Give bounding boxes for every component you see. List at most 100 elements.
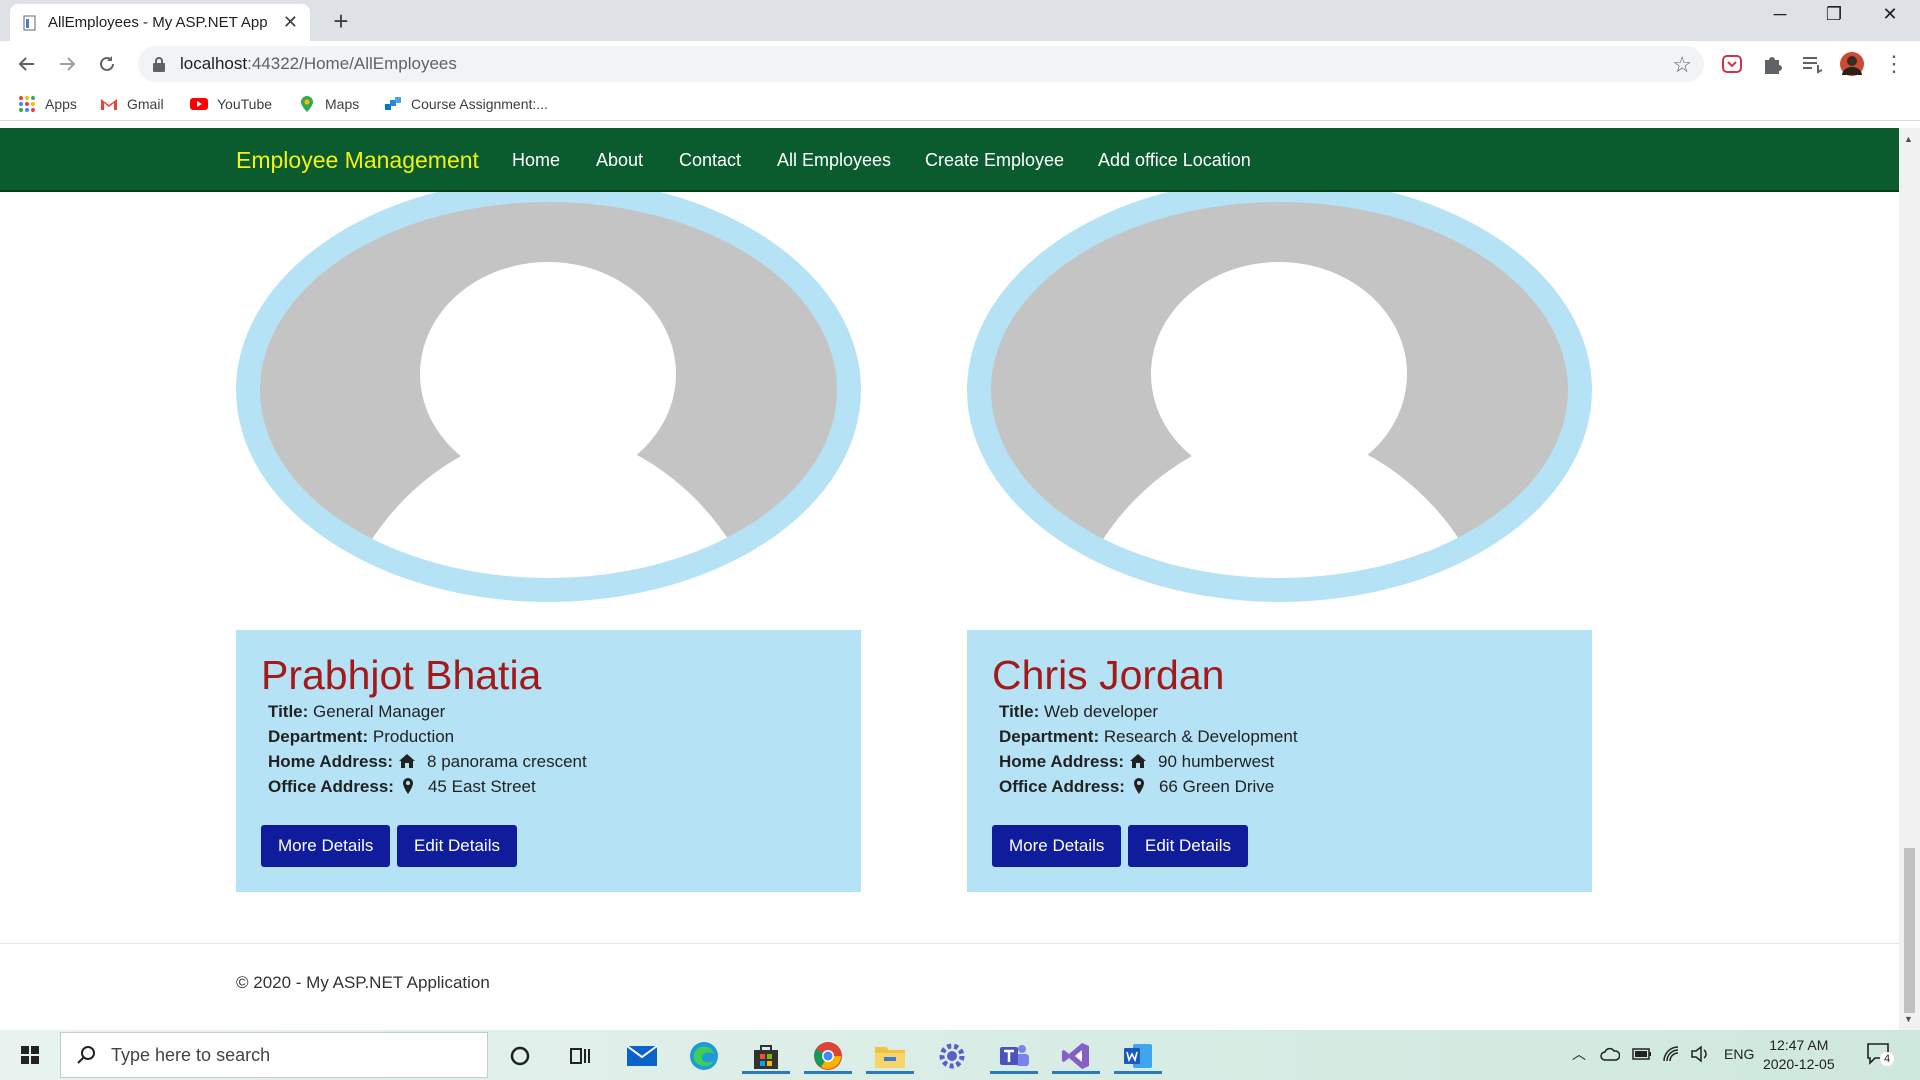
wifi-icon[interactable] [1662, 1045, 1682, 1063]
chrome-icon[interactable] [804, 1038, 852, 1074]
edit-details-button[interactable]: Edit Details [1128, 825, 1248, 867]
close-window-button[interactable]: ✕ [1862, 4, 1918, 25]
profile-avatar-icon[interactable] [1839, 51, 1865, 77]
bookmark-gmail[interactable]: Gmail [100, 93, 164, 115]
nav-add-office-location[interactable]: Add office Location [1098, 150, 1251, 171]
tab-close-icon[interactable]: ✕ [283, 12, 298, 33]
nav-all-employees[interactable]: All Employees [777, 150, 891, 171]
page-icon [23, 15, 36, 30]
apps-grid-icon [19, 96, 35, 112]
nav-create-employee[interactable]: Create Employee [925, 150, 1064, 171]
bookmark-label: Apps [45, 96, 77, 112]
active-app-indicator [1052, 1071, 1100, 1074]
page-scrollbar[interactable]: ▲ ▼ [1899, 128, 1920, 1030]
visual-studio-icon[interactable] [1052, 1038, 1100, 1074]
employee-home-row: Home Address: 8 panorama crescent [268, 752, 587, 772]
employee-home-row: Home Address: 90 humberwest [999, 752, 1274, 772]
battery-icon[interactable] [1632, 1047, 1652, 1061]
employee-photo [236, 178, 861, 602]
person-placeholder-icon [991, 202, 1568, 578]
employee-office-address: 66 Green Drive [1158, 777, 1275, 796]
new-tab-button[interactable]: + [326, 6, 356, 37]
employee-home-address: 8 panorama crescent [427, 752, 587, 771]
nav-contact[interactable]: Contact [679, 150, 741, 171]
volume-icon[interactable] [1690, 1045, 1710, 1063]
office-address-label: Office Address: [999, 777, 1125, 796]
bookmark-youtube[interactable]: YouTube [190, 93, 272, 115]
employee-department: Production [372, 727, 455, 746]
mail-app-icon[interactable] [624, 1038, 660, 1074]
more-details-button[interactable]: More Details [261, 825, 391, 867]
employee-title: General Manager [313, 702, 446, 721]
language-indicator[interactable]: ENG [1724, 1046, 1754, 1062]
forward-button[interactable] [53, 50, 81, 78]
minimize-button[interactable]: ─ [1752, 4, 1808, 25]
bookmark-label: YouTube [217, 96, 273, 112]
employee-name: Prabhjot Bhatia [261, 652, 542, 698]
browser-tab[interactable]: AllEmployees - My ASP.NET Appl ✕ [10, 4, 310, 41]
pocket-extension-icon[interactable] [1719, 51, 1745, 77]
bookmark-apps[interactable]: Apps [18, 93, 77, 115]
brand-link[interactable]: Employee Management [236, 147, 479, 174]
address-bar[interactable]: localhost:44322/Home/AllEmployees ☆ [138, 46, 1704, 82]
edge-browser-icon[interactable] [686, 1038, 722, 1074]
taskbar-search-placeholder: Type here to search [111, 1044, 271, 1065]
file-explorer-icon[interactable] [866, 1038, 914, 1074]
taskbar-search-box[interactable]: Type here to search [60, 1032, 488, 1078]
task-view-icon[interactable] [562, 1038, 598, 1074]
employee-home-address: 90 humberwest [1158, 752, 1275, 771]
home-address-label: Home Address: [268, 752, 394, 771]
bookmark-label: Course Assignment:... [411, 96, 548, 112]
forward-arrow-icon [60, 57, 76, 71]
bookmark-star-icon[interactable]: ☆ [1672, 52, 1692, 78]
browser-menu-button[interactable]: ⋮ [1880, 50, 1908, 78]
bookmark-maps[interactable]: Maps [298, 93, 359, 115]
extensions-puzzle-icon[interactable] [1759, 51, 1785, 77]
browser-tabstrip: AllEmployees - My ASP.NET Appl ✕ + ─ ❐ ✕ [0, 0, 1920, 41]
maps-pin-icon [301, 96, 313, 112]
reload-button[interactable] [93, 50, 121, 78]
scrollbar-thumb[interactable] [1904, 848, 1915, 1013]
title-label: Title: [999, 702, 1040, 721]
home-icon [399, 754, 416, 768]
word-icon[interactable] [1114, 1038, 1162, 1074]
department-label: Department: [268, 727, 369, 746]
employee-name: Chris Jordan [992, 652, 1225, 698]
url-host: localhost [180, 54, 248, 73]
scroll-up-arrow-icon[interactable]: ▲ [1904, 134, 1913, 144]
employee-title-row: Title: Web developer [999, 702, 1158, 722]
bookmarks-bar: Apps Gmail YouTube Maps Course Assignmen… [0, 87, 1920, 121]
tab-title: AllEmployees - My ASP.NET Appl [48, 14, 268, 31]
show-hidden-icons-chevron-icon[interactable]: ︿ [1572, 1044, 1586, 1064]
home-icon [1130, 754, 1147, 768]
windows-start-icon[interactable] [10, 1040, 50, 1070]
restore-button[interactable]: ❐ [1806, 4, 1862, 25]
taskbar-clock[interactable]: 12:47 AM 2020-12-05 [1763, 1036, 1835, 1074]
settings-gear-icon[interactable] [934, 1038, 970, 1074]
map-marker-icon [402, 778, 413, 794]
teams-icon[interactable] [990, 1038, 1038, 1074]
url-path: :44322/Home/AllEmployees [247, 54, 457, 73]
active-app-indicator [742, 1071, 790, 1074]
footer-copyright: © 2020 - My ASP.NET Application [236, 973, 490, 992]
employee-card: Prabhjot Bhatia Title: General Manager D… [236, 630, 861, 892]
employee-title-row: Title: General Manager [268, 702, 445, 722]
clock-time: 12:47 AM [1769, 1037, 1829, 1053]
microsoft-store-icon[interactable] [742, 1038, 790, 1074]
active-app-indicator [866, 1071, 914, 1074]
active-app-indicator [804, 1071, 852, 1074]
windows-taskbar: Type here to search ︿ ENG 12:47 AM 2020-… [0, 1030, 1920, 1080]
action-center-button[interactable]: 4 [1866, 1042, 1894, 1071]
scroll-down-arrow-icon[interactable]: ▼ [1904, 1014, 1913, 1024]
search-icon [77, 1046, 95, 1064]
onedrive-cloud-icon[interactable] [1600, 1046, 1620, 1064]
department-label: Department: [999, 727, 1100, 746]
cortana-icon[interactable] [502, 1038, 538, 1074]
reading-list-icon[interactable] [1799, 51, 1825, 77]
bookmark-course-assignment[interactable]: Course Assignment:... [384, 93, 548, 115]
back-button[interactable] [13, 50, 41, 78]
nav-about[interactable]: About [596, 150, 643, 171]
nav-home[interactable]: Home [512, 150, 560, 171]
edit-details-button[interactable]: Edit Details [397, 825, 517, 867]
more-details-button[interactable]: More Details [992, 825, 1122, 867]
